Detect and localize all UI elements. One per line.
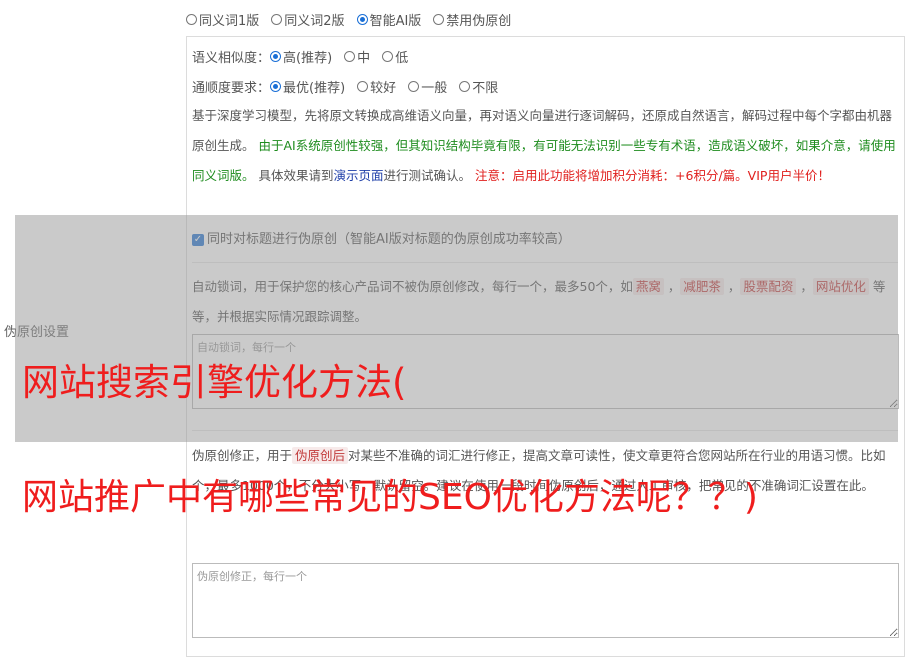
similarity-low[interactable]: 低 — [382, 47, 408, 66]
fluency-best[interactable]: 最优(推荐) — [270, 77, 345, 96]
overlay-title-line2: 网站推广中有哪些常见的SEO优化方法呢？？) — [22, 477, 758, 518]
option-label: 高(推荐) — [283, 50, 333, 66]
option-label: 最优(推荐) — [283, 80, 346, 96]
mode-option-ai[interactable]: 智能AI版 — [356, 10, 422, 29]
radio-icon[interactable] — [186, 13, 197, 25]
similarity-row: 语义相似度： 高(推荐) 中 低 — [192, 46, 420, 66]
similarity-high[interactable]: 高(推荐) — [270, 47, 332, 66]
correction-text: 对某些不准确的词汇进行修正，提高文章可读性，使文章更符合您网站所在行业的用语习惯… — [348, 448, 886, 463]
image-overlay — [15, 215, 898, 442]
radio-selected-icon[interactable] — [356, 13, 368, 25]
mode-option-disabled[interactable]: 禁用伪原创 — [433, 10, 511, 29]
fluency-row: 通顺度要求： 最优(推荐) 较好 一般 不限 — [192, 76, 510, 96]
radio-icon[interactable] — [344, 50, 356, 62]
description-text: 具体效果请到 — [258, 168, 334, 183]
option-label: 低 — [395, 50, 409, 66]
fluency-label: 通顺度要求： — [192, 80, 271, 96]
points-warning: 注意：启用此功能将增加积分消耗：+6积分/篇。VIP用户半价！ — [475, 168, 830, 183]
similarity-mid[interactable]: 中 — [344, 47, 370, 66]
option-label: 较好 — [370, 80, 397, 96]
correction-input[interactable] — [192, 563, 899, 638]
mode-radio-group: 同义词1版 同义词2版 智能AI版 禁用伪原创 — [186, 9, 523, 29]
radio-icon[interactable] — [271, 13, 283, 25]
mode-label: 同义词1版 — [199, 13, 260, 29]
overlay-title-line1: 网站搜索引擎优化方法( — [22, 361, 407, 404]
mode-label: 同义词2版 — [284, 13, 345, 29]
demo-page-link[interactable]: 演示页面 — [334, 168, 384, 183]
fluency-normal[interactable]: 一般 — [408, 77, 447, 96]
radio-icon[interactable] — [408, 80, 420, 92]
option-label: 中 — [357, 50, 371, 66]
mode-label: 禁用伪原创 — [446, 13, 512, 29]
mode-label: 智能AI版 — [369, 13, 422, 29]
correction-text: 伪原创修正，用于 — [192, 448, 293, 463]
correction-tag: 伪原创后 — [292, 447, 349, 464]
radio-icon[interactable] — [433, 13, 445, 25]
radio-selected-icon[interactable] — [270, 80, 282, 92]
description-text: 进行测试确认。 — [383, 168, 472, 183]
fluency-unlimited[interactable]: 不限 — [459, 77, 498, 96]
radio-icon[interactable] — [382, 50, 394, 62]
radio-icon[interactable] — [459, 80, 471, 92]
mode-option-synonym2[interactable]: 同义词2版 — [271, 10, 345, 29]
ai-description: 基于深度学习模型，先将原文转换成高维语义向量，再对语义向量进行逐词解码，还原成自… — [192, 101, 902, 191]
option-label: 一般 — [421, 80, 448, 96]
fluency-good[interactable]: 较好 — [357, 77, 396, 96]
radio-icon[interactable] — [357, 80, 369, 92]
option-label: 不限 — [472, 80, 499, 96]
radio-selected-icon[interactable] — [270, 50, 282, 62]
similarity-label: 语义相似度： — [192, 50, 271, 66]
mode-option-synonym1[interactable]: 同义词1版 — [186, 10, 259, 29]
